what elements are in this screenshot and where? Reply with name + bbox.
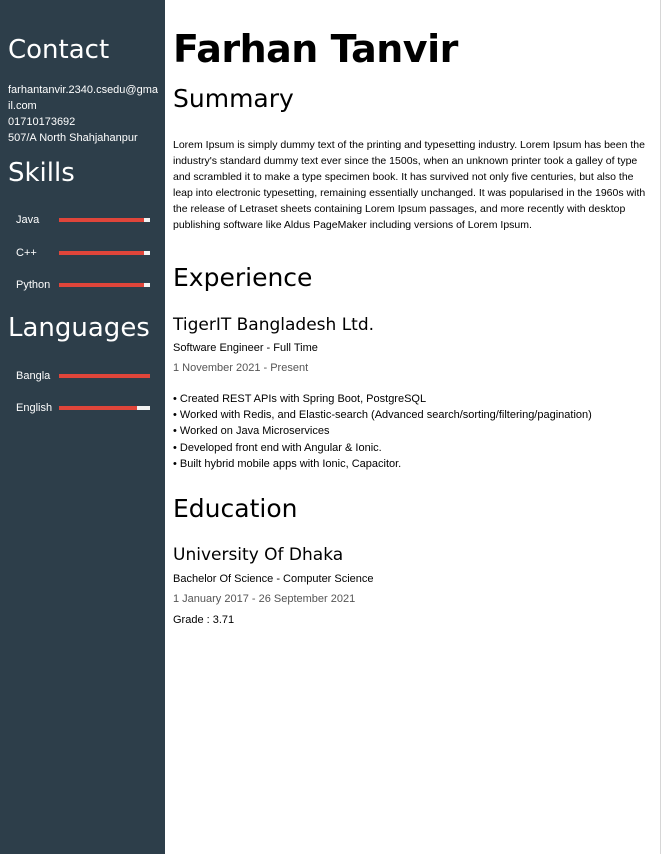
skill-row-python: Python (16, 277, 151, 293)
skill-bar-track (59, 283, 150, 287)
list-item: • Developed front end with Angular & Ion… (173, 441, 382, 454)
skill-bar-track (59, 251, 150, 255)
skill-label: Python (16, 279, 51, 291)
contact-phone: 01710173692 (8, 116, 76, 128)
experience-heading: Experience (173, 263, 313, 292)
list-item: • Worked on Java Microservices (173, 425, 330, 438)
language-row-bangla: Bangla (16, 368, 151, 384)
language-bar-track (59, 406, 150, 410)
language-bar-fill (59, 406, 138, 410)
list-item: • Worked with Redis, and Elastic-search … (173, 409, 592, 422)
experience-bullets: • Created REST APIs with Spring Boot, Po… (173, 391, 592, 472)
list-item: • Created REST APIs with Spring Boot, Po… (173, 393, 427, 405)
education-heading: Education (173, 494, 298, 523)
job-dates: 1 November 2021 - Present (173, 362, 309, 374)
degree-name: Bachelor Of Science - Computer Science (173, 573, 374, 585)
skill-bar-track (59, 218, 150, 222)
company-name: TigerIT Bangladesh Ltd. (173, 315, 375, 335)
skill-bar-fill (59, 251, 144, 255)
skill-row-java: Java (16, 212, 151, 228)
resume-page: Contact farhantanvir.2340.csedu@gmail.co… (0, 0, 661, 854)
language-bar-track (59, 374, 150, 378)
contact-email: farhantanvir.2340.csedu@gmail.com (8, 84, 158, 112)
skill-bar-fill (59, 218, 144, 222)
job-role: Software Engineer - Full Time (173, 342, 318, 354)
skill-bar-fill (59, 283, 144, 287)
contact-heading: Contact (8, 35, 110, 65)
sidebar: Contact farhantanvir.2340.csedu@gmail.co… (0, 0, 165, 854)
skill-row-cpp: C++ (16, 245, 151, 261)
language-row-english: English (16, 400, 151, 416)
school-name: University Of Dhaka (173, 545, 344, 565)
skills-heading: Skills (8, 158, 75, 188)
language-bar-fill (59, 374, 150, 378)
summary-heading: Summary (173, 84, 294, 113)
skill-label: C++ (16, 247, 37, 259)
education-dates: 1 January 2017 - 26 September 2021 (173, 593, 356, 605)
language-label: Bangla (16, 370, 51, 382)
summary-text: Lorem Ipsum is simply dummy text of the … (173, 139, 646, 231)
language-label: English (16, 402, 53, 414)
skill-label: Java (16, 214, 40, 226)
languages-heading: Languages (8, 313, 150, 343)
grade: Grade : 3.71 (173, 614, 235, 626)
person-name: Farhan Tanvir (173, 27, 458, 71)
contact-details: farhantanvir.2340.csedu@gmail.com 017101… (8, 82, 160, 146)
contact-address: 507/A North Shahjahanpur (8, 132, 138, 144)
list-item: • Built hybrid mobile apps with Ionic, C… (173, 457, 402, 470)
